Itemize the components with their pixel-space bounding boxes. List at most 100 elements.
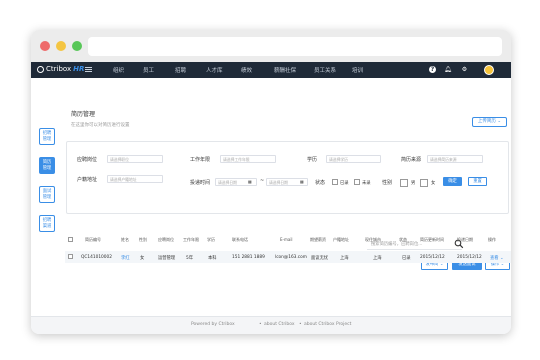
footer: Powered by Ctribox • about Ctribox • abo…	[31, 316, 511, 334]
column-header: 现住城市	[365, 237, 381, 242]
column-header: 联系电话	[232, 237, 248, 242]
sidebar-item-recruit-manage[interactable]: 招聘 管理	[39, 128, 55, 145]
upload-resume-button[interactable]: 上传简历 ⌄	[472, 117, 507, 127]
cell-position: 运营管理	[158, 256, 176, 261]
column-header: 工作年限	[183, 237, 199, 242]
cell-email: lcon@163.com	[275, 255, 307, 260]
footer-about-link[interactable]: about Ctribox	[264, 322, 295, 327]
avatar[interactable]	[484, 65, 494, 75]
sidebar-item-label: 管理	[42, 165, 52, 171]
top-navbar: Ctribox HR 组织 员工 招聘 人才库 绩效 薪酬社保 员工关系 培训 …	[31, 62, 511, 78]
column-header: 简历编号	[85, 237, 101, 242]
position-label: 应聘岗位	[77, 157, 98, 163]
nav-item-talent[interactable]: 人才库	[206, 66, 223, 74]
maximize-window-button[interactable]	[72, 41, 82, 51]
column-header: 姓名	[121, 237, 129, 242]
brand-suffix: HR	[73, 65, 85, 73]
nav-item-recruit[interactable]: 招聘	[175, 66, 186, 74]
hukou-label: 户籍地址	[77, 177, 98, 183]
calendar-icon[interactable]: ▦	[248, 179, 252, 184]
bell-icon[interactable]: 🔔︎	[444, 66, 452, 73]
gender-male-label: 男	[411, 181, 416, 186]
hamburger-menu-icon[interactable]	[85, 67, 92, 72]
source-label: 简历来源	[401, 157, 422, 163]
confirm-button[interactable]: 确定	[443, 177, 462, 186]
cell-updated: 2015/12/12	[420, 255, 445, 260]
gender-female-checkbox[interactable]	[420, 179, 428, 187]
column-header: 应聘岗位	[158, 237, 174, 242]
gender-male-checkbox[interactable]	[400, 179, 408, 187]
page-title: 简历管理	[71, 111, 96, 118]
nav-item-staff[interactable]: 员工	[143, 66, 154, 74]
brand-logo[interactable]: Ctribox HR	[37, 65, 84, 73]
row-action-link[interactable]: 查看 ⌄	[490, 255, 504, 261]
status-label: 状态	[315, 180, 326, 186]
column-header: E-mail	[280, 237, 293, 242]
nav-item-payroll[interactable]: 薪酬社保	[274, 66, 296, 74]
cell-gender: 女	[140, 256, 145, 261]
cell-status: 已录	[402, 256, 411, 261]
gender-female-label: 女	[431, 181, 436, 186]
address-bar[interactable]	[88, 37, 502, 56]
minimize-window-button[interactable]	[56, 41, 66, 51]
logo-circle-icon	[37, 65, 44, 73]
gear-icon[interactable]: ⚙	[461, 66, 468, 73]
cell-hukou: 上海	[340, 256, 349, 261]
column-header: 简历更新时间	[420, 237, 444, 242]
sidebar-item-label: 管理	[42, 136, 52, 142]
brand-name: Ctribox	[46, 65, 72, 73]
cell-salary: 面议无忧	[311, 256, 329, 261]
cell-resume-id: QC141010002	[81, 255, 112, 260]
education-select[interactable]: 请选择学历	[326, 155, 381, 163]
column-header: 投递日期	[457, 237, 473, 242]
footer-separator: •	[299, 322, 302, 327]
hukou-select[interactable]: 请选择户籍地址	[107, 175, 163, 183]
status-not-hired-checkbox[interactable]	[354, 179, 360, 185]
cell-education: 本科	[208, 256, 217, 261]
footer-separator: •	[259, 322, 262, 327]
main-content: 简历管理 在这里你可以对简历进行设置 上传简历 ⌄ 应聘岗位 请选择职位 工作年…	[59, 78, 511, 316]
nav-item-relations[interactable]: 员工关系	[314, 66, 336, 74]
cell-phone: 151 2881 1889	[232, 255, 265, 260]
nav-item-org[interactable]: 组织	[113, 66, 124, 74]
column-header: 期望薪资	[310, 237, 326, 242]
status-not-hired-label: 未录	[362, 181, 371, 186]
sidebar-item-label: 渠道	[42, 223, 52, 229]
nav-item-performance[interactable]: 绩效	[241, 66, 252, 74]
sidebar-item-resume-manage[interactable]: 简历 管理	[39, 157, 55, 174]
sidebar-item-recruit-channel[interactable]: 招聘 渠道	[39, 215, 55, 232]
cell-city: 上海	[373, 256, 382, 261]
status-hired-checkbox[interactable]	[332, 179, 338, 185]
row-checkbox[interactable]	[68, 254, 73, 259]
calendar-icon[interactable]: ▦	[300, 179, 304, 184]
filter-panel: 应聘岗位 请选择职位 工作年限 请选择工作年限 学历 请选择学历 简历来源 请选…	[66, 141, 509, 214]
close-window-button[interactable]	[40, 41, 50, 51]
column-header: 操作	[488, 237, 496, 242]
position-select[interactable]: 请选择职位	[107, 155, 163, 163]
footer-project-link[interactable]: about Ctribox Project	[304, 322, 351, 327]
column-header: 状态	[399, 237, 407, 242]
table-row[interactable]: QC141010002 李红 女 运营管理 5年 本科 151 2881 188…	[65, 251, 511, 263]
education-label: 学历	[307, 157, 318, 163]
reset-button[interactable]: 重置	[468, 177, 487, 186]
cell-work-years: 5年	[186, 256, 194, 261]
select-all-checkbox[interactable]	[68, 237, 73, 242]
column-header: 学历	[207, 237, 215, 242]
help-icon[interactable]: ?	[429, 66, 436, 73]
cell-name-link[interactable]: 李红	[121, 255, 130, 261]
page-subtitle: 在这里你可以对简历进行设置	[71, 123, 130, 128]
status-hired-label: 已录	[340, 181, 349, 186]
nav-item-training[interactable]: 培训	[352, 66, 363, 74]
sidebar-item-interview-manage[interactable]: 面试 管理	[39, 186, 55, 203]
table-header: 简历编号 姓名 性别 应聘岗位 工作年限 学历 联系电话 E-mail 期望薪资…	[65, 232, 511, 248]
date-separator: ~	[260, 178, 265, 184]
sidebar-item-label: 管理	[42, 194, 52, 200]
date-label: 投递时间	[190, 180, 211, 186]
browser-window: Ctribox HR 组织 员工 招聘 人才库 绩效 薪酬社保 员工关系 培训 …	[31, 30, 511, 334]
footer-powered: Powered by Ctribox	[191, 322, 235, 327]
column-header: 性别	[139, 237, 147, 242]
source-select[interactable]: 请选择简历来源	[427, 155, 483, 163]
cell-submitted: 2015/12/12	[457, 255, 482, 260]
work-years-label: 工作年限	[190, 157, 211, 163]
work-years-select[interactable]: 请选择工作年限	[220, 155, 276, 163]
